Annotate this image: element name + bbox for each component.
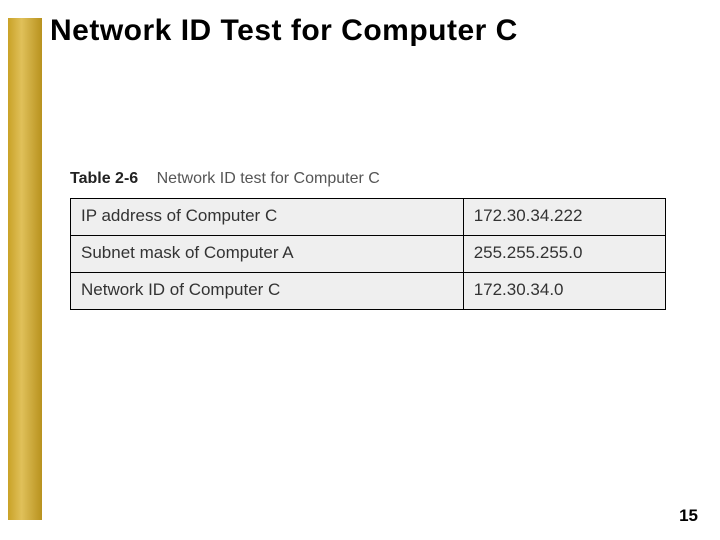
row-label: Network ID of Computer C [71,273,464,310]
row-label: IP address of Computer C [71,199,464,236]
network-id-table: IP address of Computer C 172.30.34.222 S… [70,198,666,310]
table-figure: Table 2-6 Network ID test for Computer C… [70,170,666,310]
row-value: 172.30.34.222 [463,199,665,236]
table-caption: Table 2-6 Network ID test for Computer C [70,170,666,188]
table-row: Subnet mask of Computer A 255.255.255.0 [71,236,666,273]
table-row: Network ID of Computer C 172.30.34.0 [71,273,666,310]
row-value: 255.255.255.0 [463,236,665,273]
table-row: IP address of Computer C 172.30.34.222 [71,199,666,236]
row-label: Subnet mask of Computer A [71,236,464,273]
slide-title: Network ID Test for Computer C [50,14,518,48]
table-title: Network ID test for Computer C [157,170,380,187]
table-label: Table 2-6 [70,170,138,187]
accent-bar [8,18,42,520]
row-value: 172.30.34.0 [463,273,665,310]
page-number: 15 [679,506,698,526]
